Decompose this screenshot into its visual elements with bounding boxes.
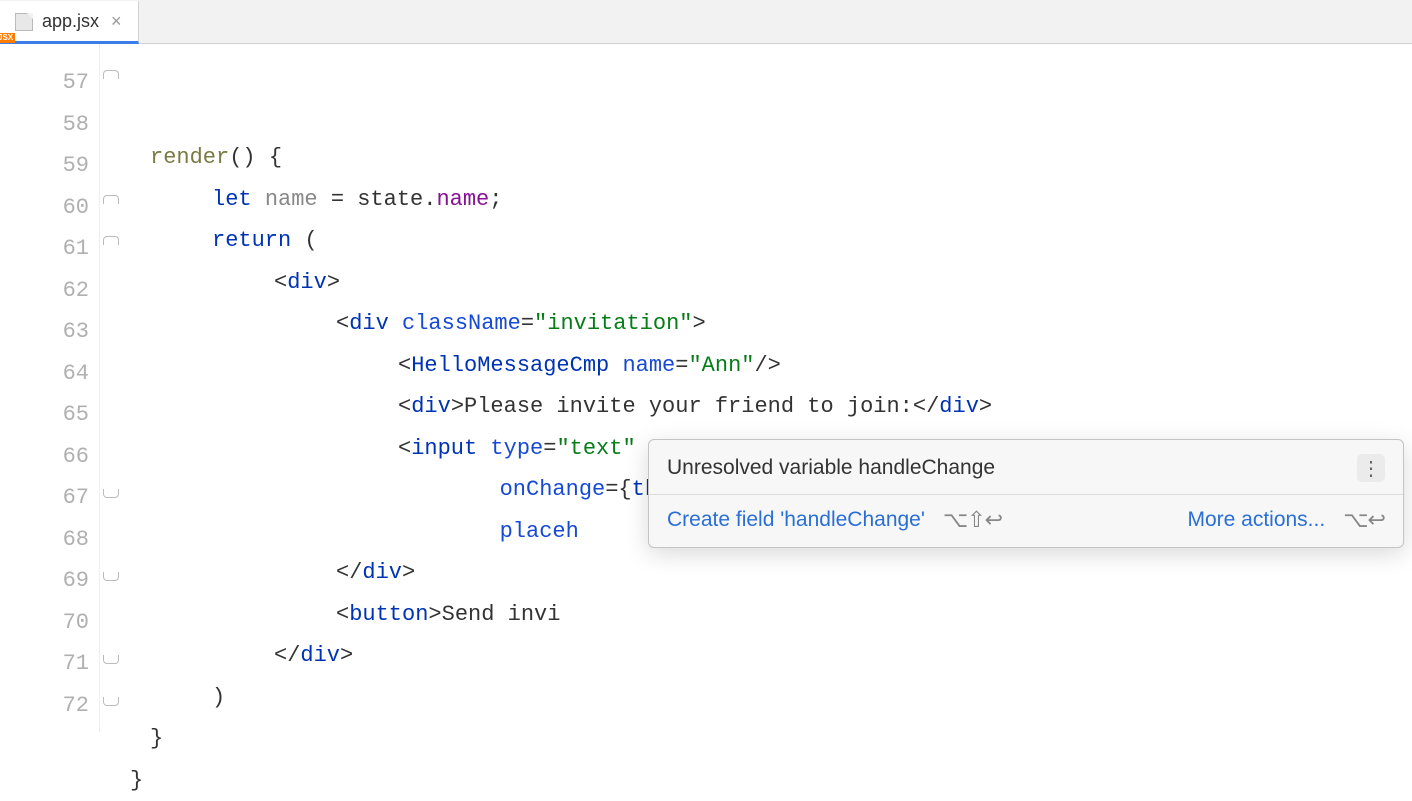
create-field-action[interactable]: Create field 'handleChange' [667, 508, 925, 532]
line-number[interactable]: 68 [0, 519, 99, 561]
code-area[interactable]: render() {let name = state.name;return (… [100, 44, 1412, 732]
jsx-file-icon: JSX [12, 11, 34, 31]
gutter[interactable]: 57 58 59 60 61 62 63 64 65 66 67 68 69 7… [0, 44, 100, 732]
shortcut-label: ⌥⇧↩ [943, 507, 1002, 533]
more-actions-link[interactable]: More actions... [1187, 508, 1325, 532]
tooltip-title: Unresolved variable handleChange [667, 456, 995, 480]
code-line[interactable]: } [100, 718, 1412, 760]
line-number[interactable]: 62 [0, 270, 99, 312]
code-line[interactable]: ) [100, 677, 1412, 719]
close-tab-icon[interactable]: × [107, 11, 126, 32]
line-number[interactable]: 66 [0, 436, 99, 478]
line-number[interactable]: 67 [0, 477, 99, 519]
line-number[interactable]: 61 [0, 228, 99, 270]
tab-bar: JSX app.jsx × [0, 0, 1412, 44]
code-line[interactable]: </div> [100, 552, 1412, 594]
line-number[interactable]: 64 [0, 353, 99, 395]
line-number[interactable]: 69 [0, 560, 99, 602]
code-line[interactable]: let name = state.name; [100, 179, 1412, 221]
code-line[interactable]: </div> [100, 635, 1412, 677]
line-number[interactable]: 70 [0, 602, 99, 644]
line-number[interactable]: 65 [0, 394, 99, 436]
line-number[interactable]: 59 [0, 145, 99, 187]
code-line[interactable]: <div> [100, 262, 1412, 304]
file-tab[interactable]: JSX app.jsx × [0, 1, 139, 44]
code-line[interactable]: <HelloMessageCmp name="Ann"/> [100, 345, 1412, 387]
line-number[interactable]: 63 [0, 311, 99, 353]
shortcut-label: ⌥↩ [1343, 507, 1385, 533]
line-number[interactable]: 71 [0, 643, 99, 685]
line-number[interactable]: 57 [0, 62, 99, 104]
code-line[interactable]: <div className="invitation"> [100, 303, 1412, 345]
inspection-tooltip: Unresolved variable handleChange ⋮ Creat… [648, 439, 1404, 548]
code-line[interactable]: <button>Send invi [100, 594, 1412, 636]
code-line[interactable]: render() { [100, 137, 1412, 179]
code-line[interactable]: <div>Please invite your friend to join:<… [100, 386, 1412, 428]
line-number[interactable]: 60 [0, 187, 99, 229]
code-line[interactable]: return ( [100, 220, 1412, 262]
code-line[interactable]: } [100, 760, 1412, 801]
tab-filename: app.jsx [42, 11, 99, 32]
line-number[interactable]: 72 [0, 685, 99, 727]
more-options-icon[interactable]: ⋮ [1357, 454, 1385, 482]
line-number[interactable]: 58 [0, 104, 99, 146]
editor: 57 58 59 60 61 62 63 64 65 66 67 68 69 7… [0, 44, 1412, 732]
